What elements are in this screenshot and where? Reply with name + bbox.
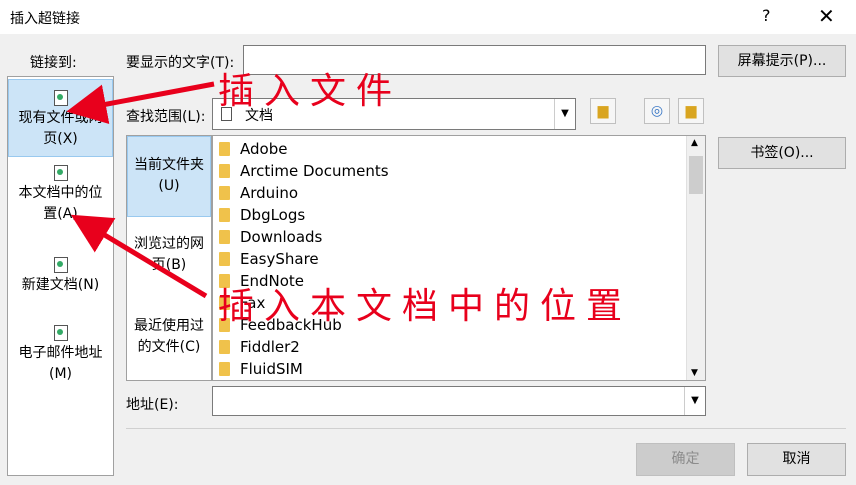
arrow-to-existing-file <box>66 81 215 124</box>
arrow-to-place-in-doc <box>70 214 208 299</box>
annotation-arrows <box>66 81 215 299</box>
